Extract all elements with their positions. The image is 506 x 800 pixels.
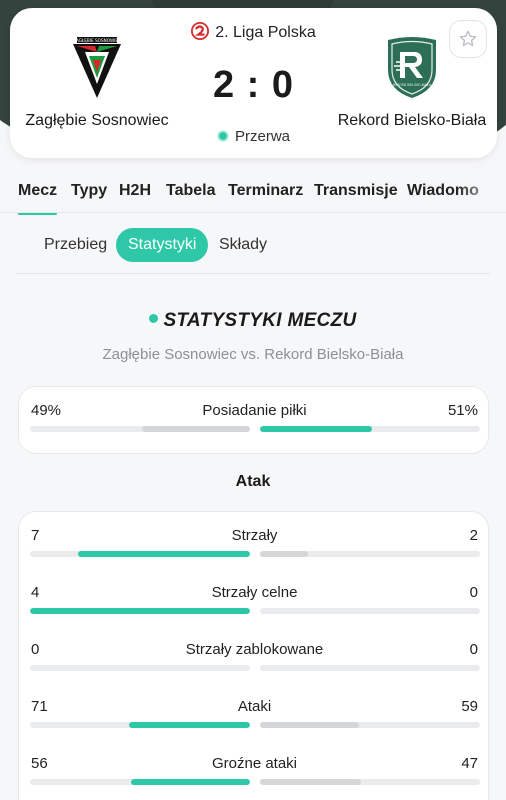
home-bar-track [30, 426, 250, 432]
home-bar-fill [78, 551, 250, 557]
title-dot-icon [149, 314, 159, 323]
stats-subtitle: Zagłębie Sosnowiec vs. Rekord Bielsko-Bi… [102, 346, 404, 363]
away-bar-track [260, 426, 480, 432]
stat-row: 7 Strzały 2 [19, 527, 490, 577]
away-value: 0 [469, 584, 478, 601]
stat-row: 71 Ataki 59 [19, 698, 490, 748]
main-tabs: Mecz Typy H2H Tabela Terminarz Transmisj… [0, 172, 506, 215]
away-bar-fill [260, 426, 373, 432]
away-bar-track [260, 722, 480, 728]
away-bar-track [260, 551, 480, 557]
home-bar-track [30, 779, 250, 785]
tabs-fade-overlay [456, 172, 506, 212]
away-team[interactable]: REKORD BIELSKO-BIAŁA Rekord Bielsko-Biał… [327, 34, 497, 130]
stat-row-possession: 49% Posiadanie piłki 51% [19, 402, 490, 452]
live-status-dot-icon [216, 130, 229, 142]
league-name: 2. Liga Polska [215, 24, 316, 41]
home-bar-fill [30, 608, 250, 614]
possession-card: 49% Posiadanie piłki 51% [18, 386, 489, 454]
stat-label: Strzały [231, 527, 278, 544]
subtab-statystyki[interactable]: Statystyki [116, 228, 209, 262]
stat-label: Posiadanie piłki [202, 402, 307, 419]
home-bar-fill [142, 426, 250, 432]
svg-text:REKORD BIELSKO-BIAŁA: REKORD BIELSKO-BIAŁA [393, 83, 432, 87]
tab-terminarz[interactable]: Terminarz [228, 182, 303, 200]
away-bar-track [260, 665, 480, 671]
away-value: 0 [469, 641, 478, 658]
stat-label: Ataki [237, 698, 272, 715]
home-bar-track [30, 551, 250, 557]
away-value: 2 [469, 527, 478, 544]
stats-title: STATYSTYKI MECZU [0, 310, 506, 332]
match-status: Przerwa [10, 128, 497, 145]
stat-label: Strzały celne [211, 584, 298, 601]
tab-mecz[interactable]: Mecz [18, 182, 58, 215]
stat-row: 0 Strzały zablokowane 0 [19, 641, 490, 691]
svg-text:ZAGŁĘBIE SOSNOWIEC: ZAGŁĘBIE SOSNOWIEC [73, 38, 121, 43]
stat-label: Groźne ataki [211, 755, 298, 772]
away-value: 51% [447, 402, 478, 419]
home-bar-track [30, 722, 250, 728]
away-value: 59 [461, 698, 478, 715]
tab-tabela[interactable]: Tabela [166, 182, 216, 200]
league-logo-icon [191, 22, 210, 40]
stats-title-text: STATYSTYKI MECZU [163, 310, 357, 331]
home-bar-track [30, 608, 250, 614]
home-bar-fill [131, 779, 250, 785]
away-team-logo: REKORD BIELSKO-BIAŁA [388, 37, 436, 98]
away-bar-fill [260, 722, 359, 728]
away-bar-track [260, 779, 480, 785]
match-card: 2. Liga Polska ZAGŁĘBIE SOSNOWIEC Zagłęb… [10, 8, 497, 158]
stat-row: 56 Groźne ataki 47 [19, 755, 490, 800]
away-value: 47 [461, 755, 478, 772]
attack-heading: Atak [235, 473, 271, 490]
attack-stats-card: 7 Strzały 2 4 Strzały celne 0 0 Strzały zabloko… [18, 511, 489, 800]
tabs-divider [0, 212, 506, 213]
away-bar-fill [260, 551, 309, 557]
subtab-sklady[interactable]: Składy [207, 228, 279, 262]
match-status-label: Przerwa [234, 128, 290, 145]
sub-tabs: Przebieg Statystyki Składy [16, 218, 490, 274]
home-bar-fill [129, 722, 250, 728]
tab-typy[interactable]: Typy [71, 182, 107, 200]
home-bar-track [30, 665, 250, 671]
stat-row: 4 Strzały celne 0 [19, 584, 490, 634]
subtab-przebieg[interactable]: Przebieg [32, 228, 119, 262]
stat-label: Strzały zablokowane [185, 641, 324, 658]
tab-transmisje[interactable]: Transmisje [314, 182, 398, 200]
away-bar-fill [260, 779, 362, 785]
away-bar-track [260, 608, 480, 614]
tab-h2h[interactable]: H2H [119, 182, 151, 200]
